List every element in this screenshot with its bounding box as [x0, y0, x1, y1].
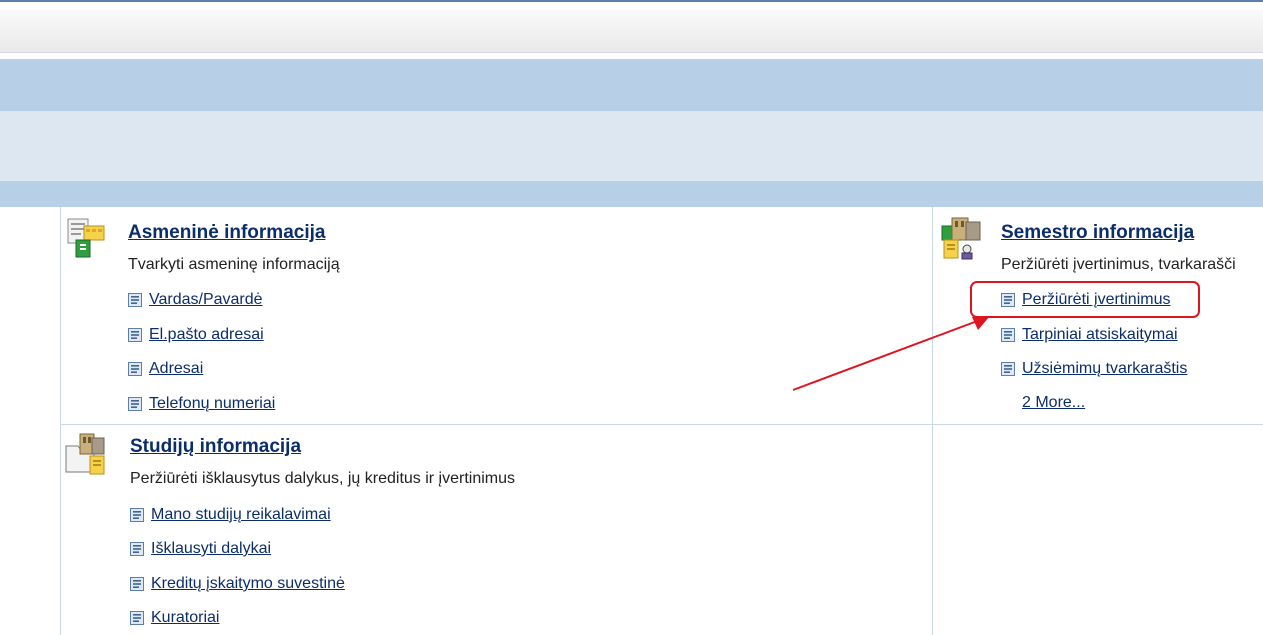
top-border — [0, 0, 1263, 10]
link-telefonu-numeriai[interactable]: Telefonų numeriai — [149, 395, 275, 413]
group-title-semester-info[interactable]: Semestro informacija — [1001, 222, 1194, 244]
link-uzsiemimu-tvarkarastis[interactable]: Užsiėmimų tvarkaraštis — [1022, 360, 1187, 378]
group-description-semester-info: Peržiūrėti įvertinimus, tvarkarašči — [1001, 256, 1236, 273]
link-row[interactable]: Vardas/Pavardė — [128, 290, 263, 310]
link-row[interactable]: Telefonų numeriai — [128, 394, 275, 414]
document-icon — [128, 397, 142, 411]
section-header-band — [0, 181, 1263, 207]
link-kuratoriai[interactable]: Kuratoriai — [151, 609, 219, 627]
grid-divider-row — [60, 424, 1263, 425]
document-icon — [130, 611, 144, 625]
link-row[interactable]: El.pašto adresai — [128, 325, 264, 345]
group-description-personal-info: Tvarkyti asmeninę informaciją — [128, 256, 340, 273]
group-description-study-info: Peržiūrėti išklausytus dalykus, jų kredi… — [130, 470, 516, 487]
link-tarpiniai-atsiskaitymai[interactable]: Tarpiniai atsiskaitymai — [1022, 326, 1178, 344]
subheader-band — [0, 111, 1263, 181]
highlight-box — [970, 281, 1200, 318]
link-el-pasto-adresai[interactable]: El.pašto adresai — [149, 326, 264, 344]
group-title-study-info[interactable]: Studijų informacija — [130, 436, 301, 458]
document-icon — [130, 508, 144, 522]
link-row[interactable]: Užsiėmimų tvarkaraštis — [1001, 359, 1187, 379]
document-icon — [128, 362, 142, 376]
link-isklausyti-dalykai[interactable]: Išklausyti dalykai — [151, 540, 271, 558]
link-row[interactable]: Kuratoriai — [130, 608, 219, 628]
grid-divider-middle — [932, 207, 933, 635]
link-adresai[interactable]: Adresai — [149, 360, 203, 378]
semester-info-icon — [941, 217, 981, 260]
more-link[interactable]: 2 More... — [1022, 394, 1085, 412]
document-icon — [128, 293, 142, 307]
personal-info-icon — [67, 218, 105, 258]
document-icon — [128, 328, 142, 342]
link-row[interactable]: Adresai — [128, 359, 203, 379]
link-row[interactable]: Kreditų įskaitymo suvestinė — [130, 574, 345, 594]
link-row[interactable]: Mano studijų reikalavimai — [130, 505, 331, 525]
link-row[interactable]: Tarpiniai atsiskaitymai — [1001, 325, 1178, 345]
study-info-icon — [65, 433, 105, 475]
grid-divider-left — [60, 207, 61, 635]
group-title-personal-info[interactable]: Asmeninė informacija — [128, 222, 325, 244]
document-icon — [130, 577, 144, 591]
link-kreditu-iskaitymo-suvestine[interactable]: Kreditų įskaitymo suvestinė — [151, 575, 345, 593]
link-mano-studiju-reikalavimai[interactable]: Mano studijų reikalavimai — [151, 506, 331, 524]
document-icon — [1001, 362, 1015, 376]
document-icon — [130, 542, 144, 556]
document-icon — [1001, 328, 1015, 342]
header-band — [0, 59, 1263, 111]
link-vardas-pavarde[interactable]: Vardas/Pavardė — [149, 291, 263, 309]
link-row[interactable]: Išklausyti dalykai — [130, 539, 271, 559]
browser-toolbar — [0, 10, 1263, 53]
